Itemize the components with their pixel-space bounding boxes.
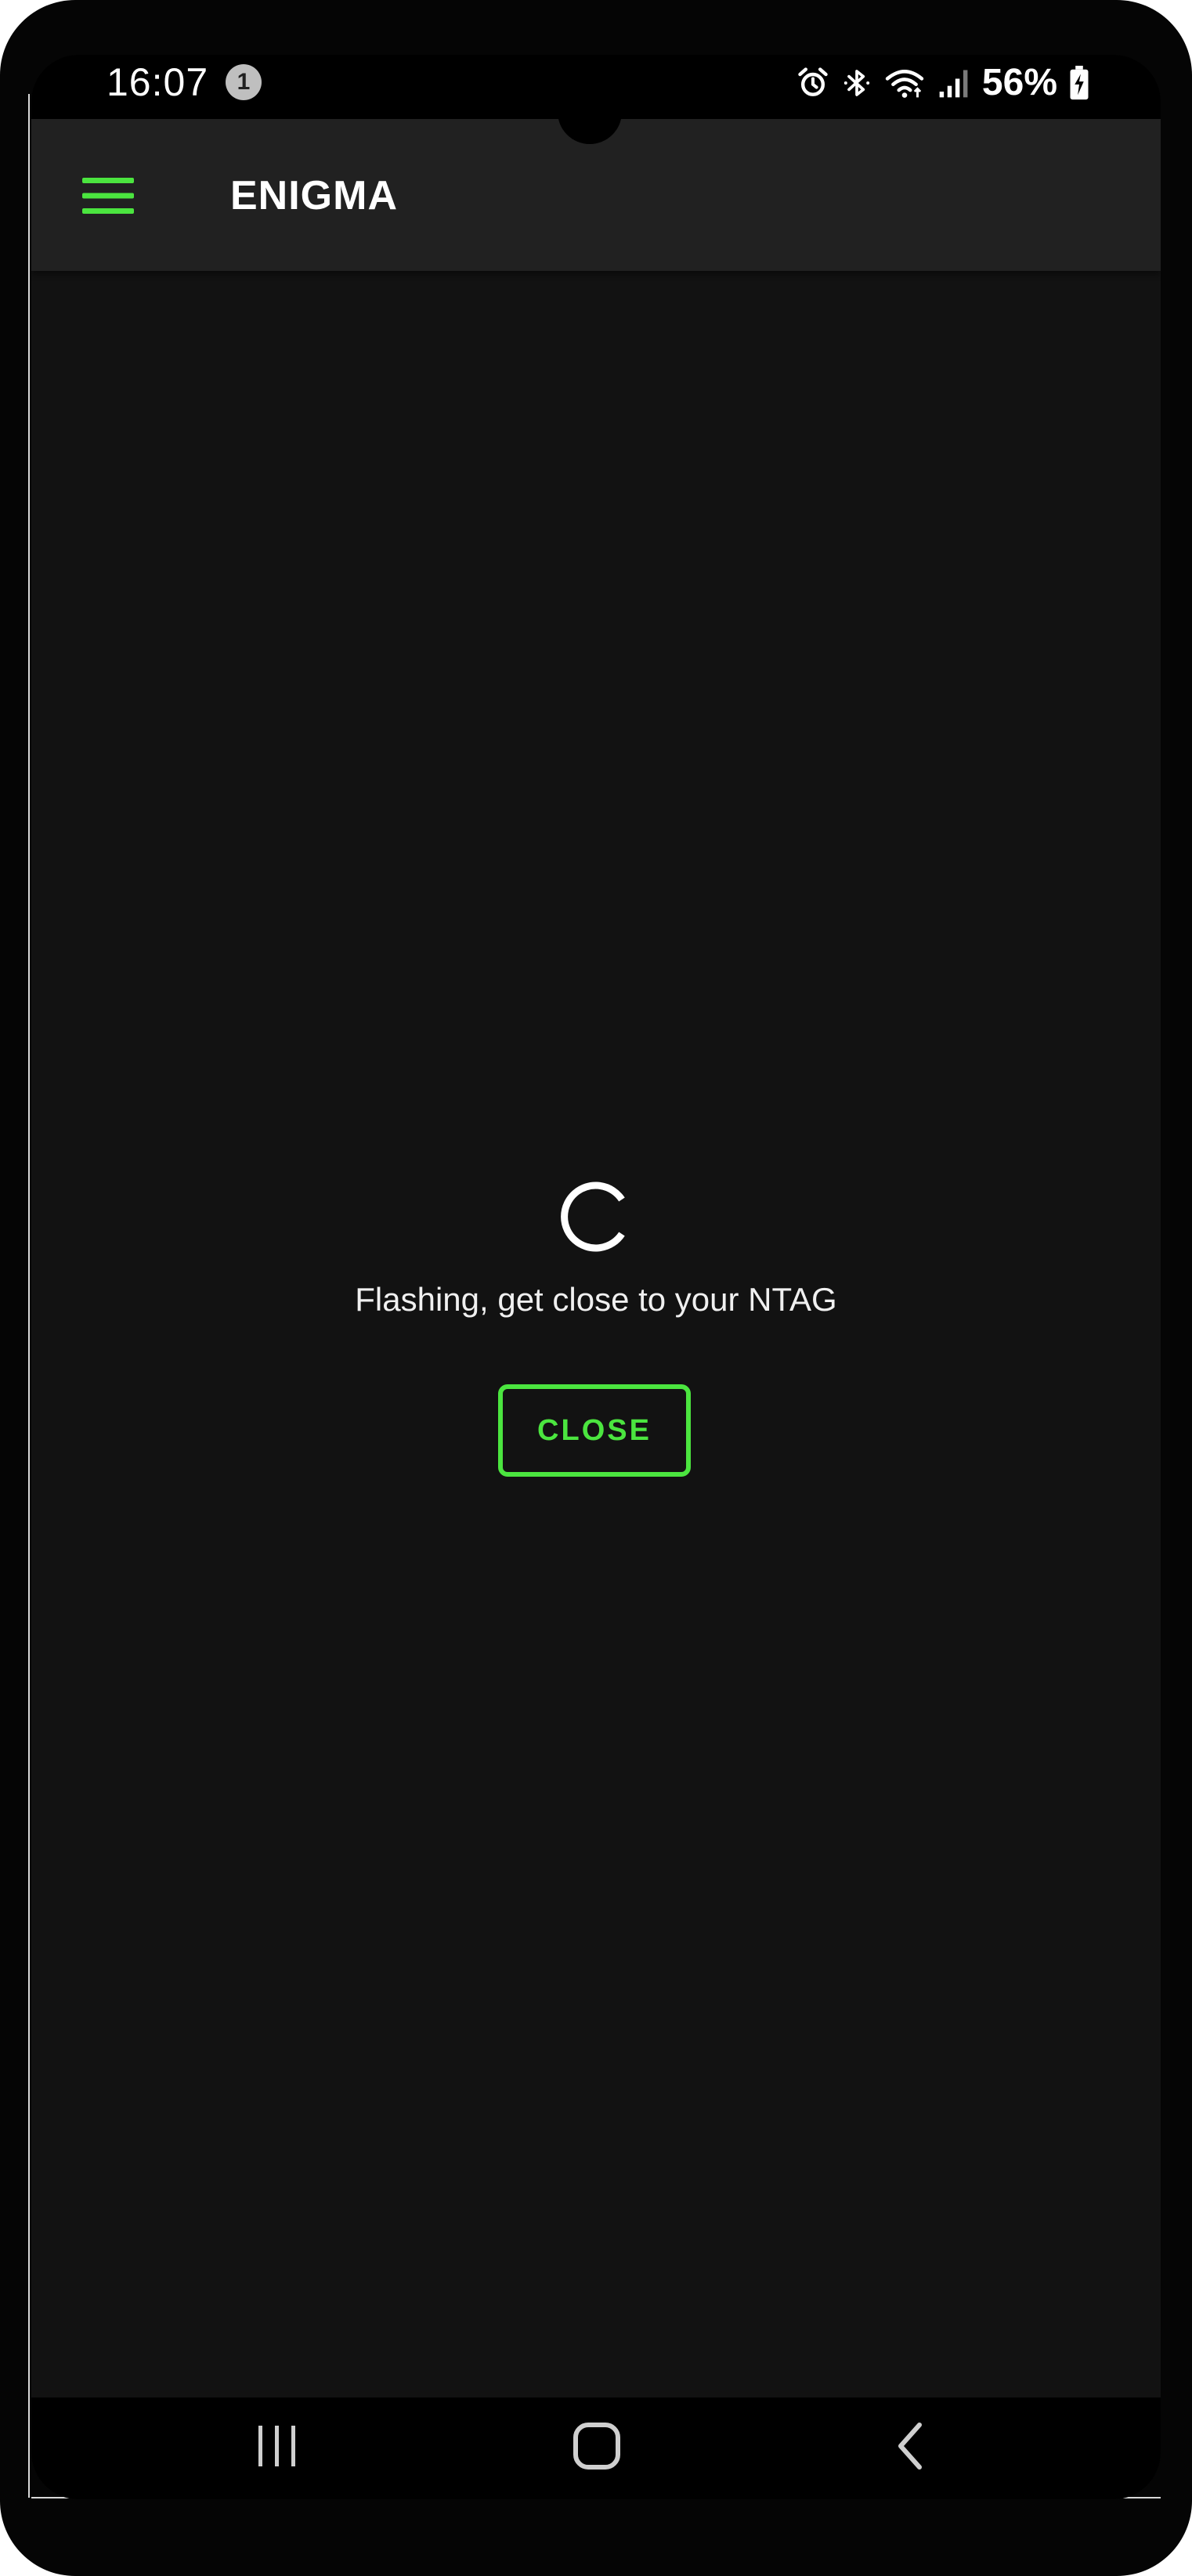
home-button[interactable] <box>550 2408 644 2487</box>
recents-icon <box>254 2424 301 2472</box>
signal-icon <box>937 66 971 100</box>
notification-count-badge: 1 <box>226 64 262 100</box>
alarm-icon <box>796 66 830 100</box>
bluetooth-icon <box>841 65 872 101</box>
device-screen: 16:07 1 56% ENIGMA Flashing, get close t… <box>31 55 1161 2499</box>
app-title: ENIGMA <box>230 173 398 218</box>
screen-edge-left <box>28 94 30 2498</box>
close-button[interactable]: CLOSE <box>498 1384 691 1477</box>
battery-charging-icon <box>1068 65 1090 101</box>
navigation-bar <box>31 2397 1161 2499</box>
status-time: 16:07 <box>107 60 209 104</box>
battery-percentage: 56% <box>981 62 1057 103</box>
status-icons: 56% <box>796 60 1090 106</box>
wifi-icon <box>883 66 926 100</box>
phone-frame: 16:07 1 56% ENIGMA Flashing, get close t… <box>0 0 1192 2576</box>
menu-button[interactable] <box>70 160 146 235</box>
home-icon <box>573 2422 621 2474</box>
back-button[interactable] <box>863 2408 957 2487</box>
front-camera <box>558 80 622 144</box>
back-icon <box>893 2422 927 2474</box>
recents-button[interactable] <box>230 2408 324 2487</box>
hamburger-menu-icon <box>82 176 134 219</box>
flashing-status-message: Flashing, get close to your NTAG <box>355 1281 837 1318</box>
loading-spinner-icon <box>558 1178 636 1256</box>
